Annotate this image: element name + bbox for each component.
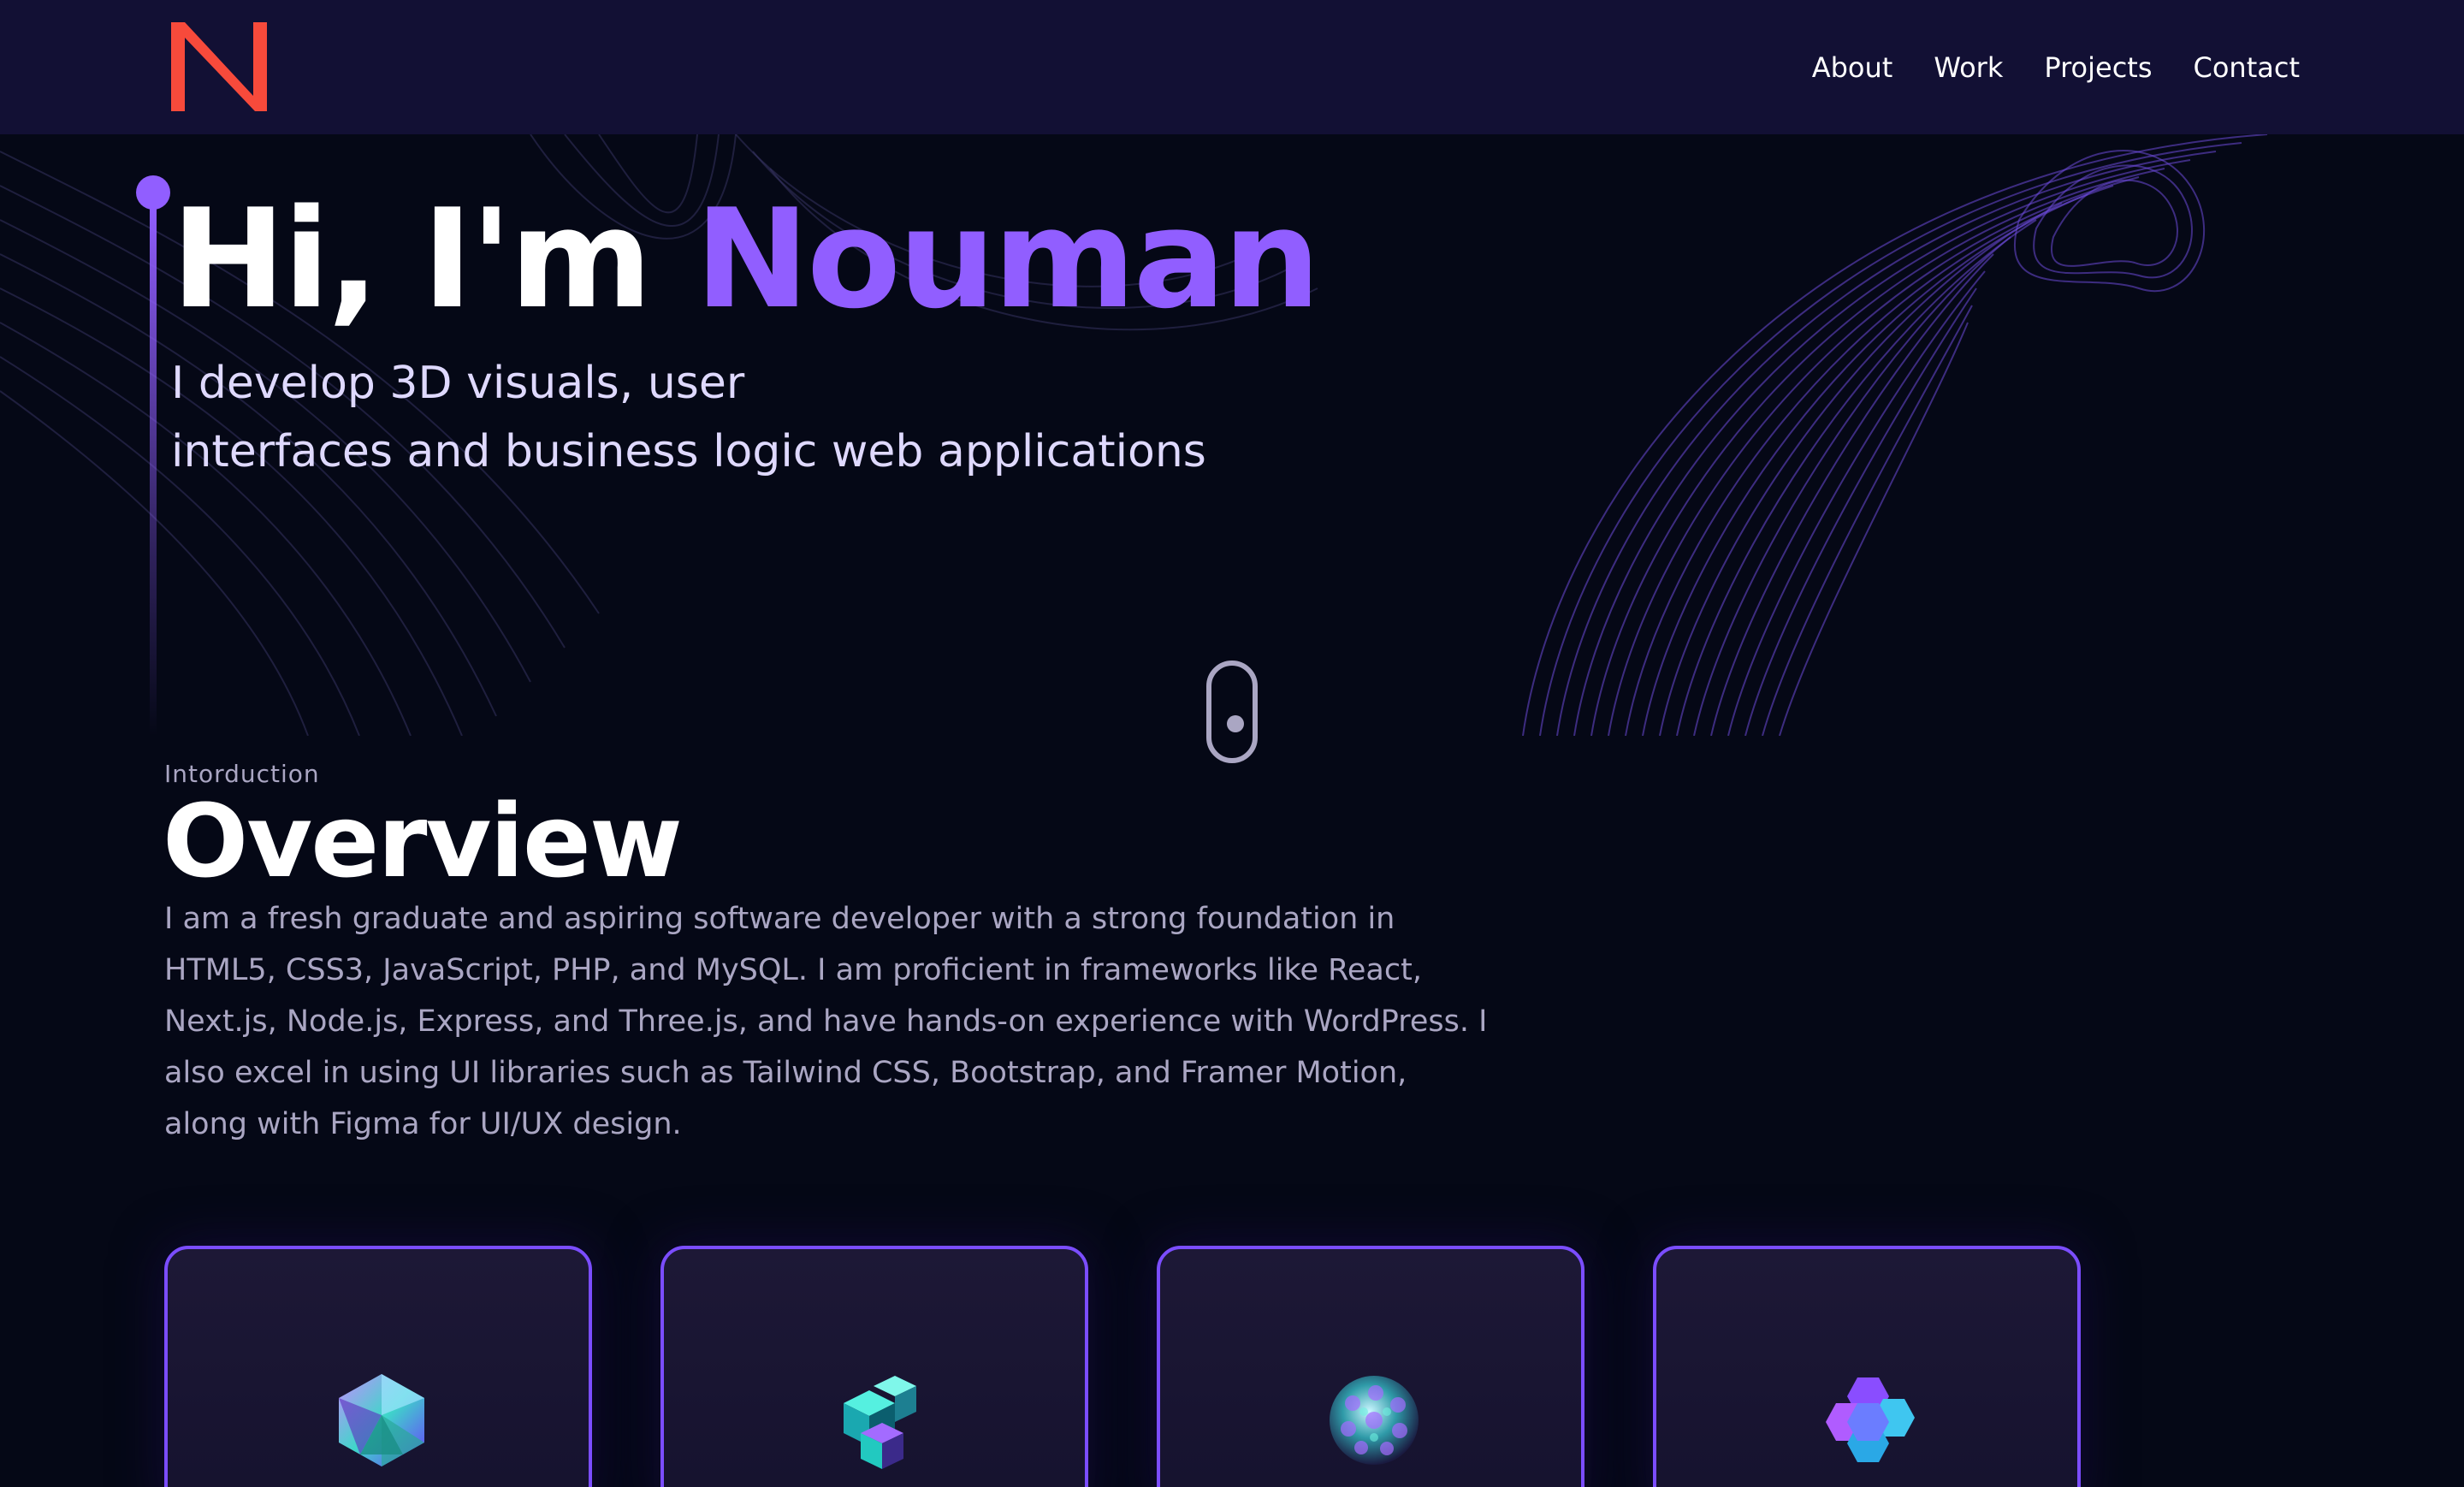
- service-card[interactable]: [660, 1246, 1088, 1487]
- hero-subtitle-line2: interfaces and business logic web applic…: [171, 426, 1206, 477]
- section-title: Overview: [163, 782, 683, 900]
- service-card[interactable]: [1157, 1246, 1584, 1487]
- scroll-down-indicator[interactable]: [1206, 661, 1258, 763]
- icosahedron-icon: [339, 1374, 424, 1466]
- hero-greeting: Hi, I'm: [171, 179, 652, 339]
- scroll-dot-icon: [1227, 715, 1244, 732]
- nav-link-work[interactable]: Work: [1934, 51, 2003, 84]
- nav-link-contact[interactable]: Contact: [2194, 51, 2301, 84]
- service-card[interactable]: [164, 1246, 592, 1487]
- hero-subtitle: I develop 3D visuals, user interfaces and…: [171, 349, 1454, 486]
- logo-n-icon[interactable]: [171, 22, 270, 111]
- hex-cluster-icon: [1826, 1377, 1915, 1462]
- cube-cluster-icon: [844, 1376, 916, 1469]
- nav-links: About Work Projects Contact: [1812, 0, 2300, 134]
- hero-accent-dot: [136, 175, 170, 210]
- sphere-icon: [1330, 1376, 1419, 1465]
- hero-subtitle-line1: I develop 3D visuals, user: [171, 358, 745, 409]
- hero-name: Nouman: [695, 179, 1320, 339]
- hero-title: Hi, I'm Nouman: [171, 178, 1321, 341]
- portfolio-page: About Work Projects Contact Hi, I'm Noum…: [0, 0, 2464, 1487]
- navbar: About Work Projects Contact: [0, 0, 2464, 134]
- nav-link-projects[interactable]: Projects: [2044, 51, 2152, 84]
- nav-link-about[interactable]: About: [1812, 51, 1893, 84]
- overview-text: I am a fresh graduate and aspiring softw…: [164, 902, 1488, 1141]
- hero-accent-line: [150, 205, 157, 736]
- service-card[interactable]: [1653, 1246, 2081, 1487]
